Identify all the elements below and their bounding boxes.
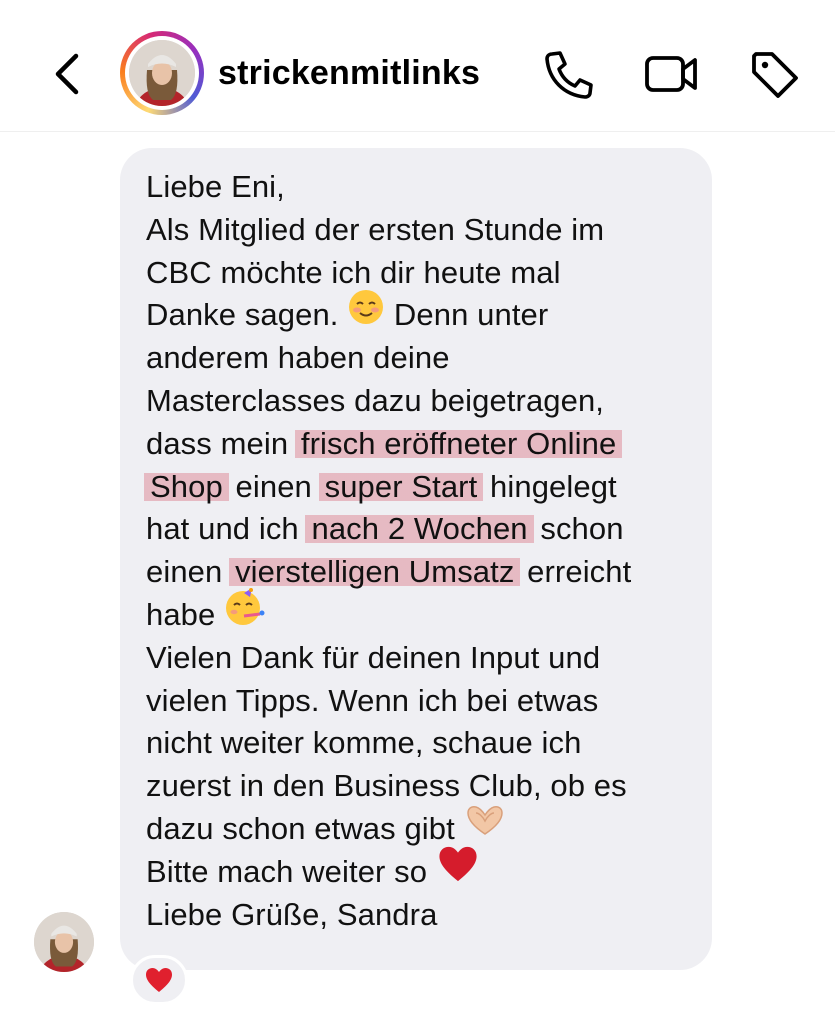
call-button[interactable] bbox=[540, 48, 596, 100]
message-line: Bitte mach weiter so bbox=[146, 846, 706, 894]
message-text-segment: hingelegt bbox=[481, 468, 617, 504]
message-line: Shop einen super Start hingelegt bbox=[144, 466, 706, 509]
message-text-segment: dass mein bbox=[146, 425, 297, 461]
message-line: zuerst in den Business Club, ob es bbox=[146, 765, 706, 808]
party-face-emoji bbox=[224, 587, 266, 639]
message-line: Danke sagen. Denn unter bbox=[146, 290, 706, 337]
message-line: Masterclasses dazu beigetragen, bbox=[146, 380, 706, 423]
message-text-segment: Danke sagen. bbox=[146, 297, 348, 333]
message-text-segment: dazu schon etwas gibt bbox=[146, 810, 464, 846]
chevron-left-icon bbox=[55, 53, 79, 95]
message-text-segment: einen bbox=[146, 554, 232, 590]
message-line: Liebe Grüße, Sandra bbox=[146, 894, 706, 937]
highlighted-text: frisch eröffneter Online bbox=[294, 425, 623, 461]
smiling-blush-emoji bbox=[347, 288, 385, 338]
chat-username[interactable]: strickenmitlinks bbox=[218, 54, 480, 93]
message-line: anderem haben deine bbox=[146, 337, 706, 380]
message-text-segment: Bitte mach weiter so bbox=[146, 853, 436, 889]
tag-icon bbox=[752, 52, 798, 98]
message-line: nicht weiter komme, schaue ich bbox=[146, 722, 706, 765]
message-text-segment: vielen Tipps. Wenn ich bei etwas bbox=[146, 682, 599, 718]
message-line: Vielen Dank für deinen Input und bbox=[146, 637, 706, 680]
message-text-segment: Als Mitglied der ersten Stunde im bbox=[146, 211, 605, 247]
highlighted-text: super Start bbox=[318, 468, 484, 504]
message-text-segment: nicht weiter komme, schaue ich bbox=[146, 725, 582, 761]
video-call-button[interactable] bbox=[642, 48, 698, 100]
avatar-photo bbox=[129, 40, 195, 106]
back-button[interactable] bbox=[48, 48, 88, 100]
chat-header: strickenmitlinks bbox=[0, 0, 835, 132]
heart-reaction[interactable] bbox=[130, 955, 188, 1005]
message-line: hat und ich nach 2 Wochen schon bbox=[146, 508, 706, 551]
video-camera-icon bbox=[645, 56, 697, 92]
message-text-segment: Masterclasses dazu beigetragen, bbox=[146, 382, 605, 418]
message-line: Liebe Eni, bbox=[146, 166, 706, 209]
message-text-segment: anderem haben deine bbox=[146, 340, 450, 376]
message-text-segment: Liebe Grüße, Sandra bbox=[146, 896, 438, 932]
message-text: Liebe Eni, Als Mitglied der ersten Stunde… bbox=[144, 166, 706, 937]
profile-avatar[interactable] bbox=[120, 31, 204, 115]
message-text-segment: Liebe Eni, bbox=[146, 169, 285, 204]
red-heart-icon bbox=[146, 968, 172, 992]
highlighted-text: vierstelligen Umsatz bbox=[229, 554, 521, 590]
message-line: dazu schon etwas gibt bbox=[146, 805, 706, 851]
message-text-segment: schon bbox=[531, 511, 624, 547]
highlighted-text: Shop bbox=[144, 468, 229, 504]
message-text-segment: Denn unter bbox=[385, 297, 549, 333]
message-text-segment: erreicht bbox=[518, 554, 632, 590]
sender-avatar[interactable] bbox=[34, 912, 94, 972]
highlighted-text: nach 2 Wochen bbox=[305, 511, 534, 547]
message-line: dass mein frisch eröffneter Online bbox=[146, 423, 706, 466]
message-text-segment: hat und ich bbox=[146, 511, 308, 547]
message-line: Als Mitglied der ersten Stunde im bbox=[146, 209, 706, 252]
message-text-segment: einen bbox=[226, 468, 321, 504]
message-text-segment: zuerst in den Business Club, ob es bbox=[146, 768, 627, 804]
phone-icon bbox=[545, 51, 593, 99]
message-text-segment: habe bbox=[146, 596, 225, 632]
message-text-segment: Vielen Dank für deinen Input und bbox=[146, 639, 601, 675]
message-line: vielen Tipps. Wenn ich bei etwas bbox=[146, 680, 706, 723]
message-line: CBC möchte ich dir heute mal bbox=[146, 252, 706, 295]
tag-button[interactable] bbox=[748, 48, 804, 100]
message-text-segment: CBC möchte ich dir heute mal bbox=[146, 254, 561, 290]
message-line: habe bbox=[146, 587, 706, 637]
red-heart-emoji bbox=[436, 844, 480, 896]
